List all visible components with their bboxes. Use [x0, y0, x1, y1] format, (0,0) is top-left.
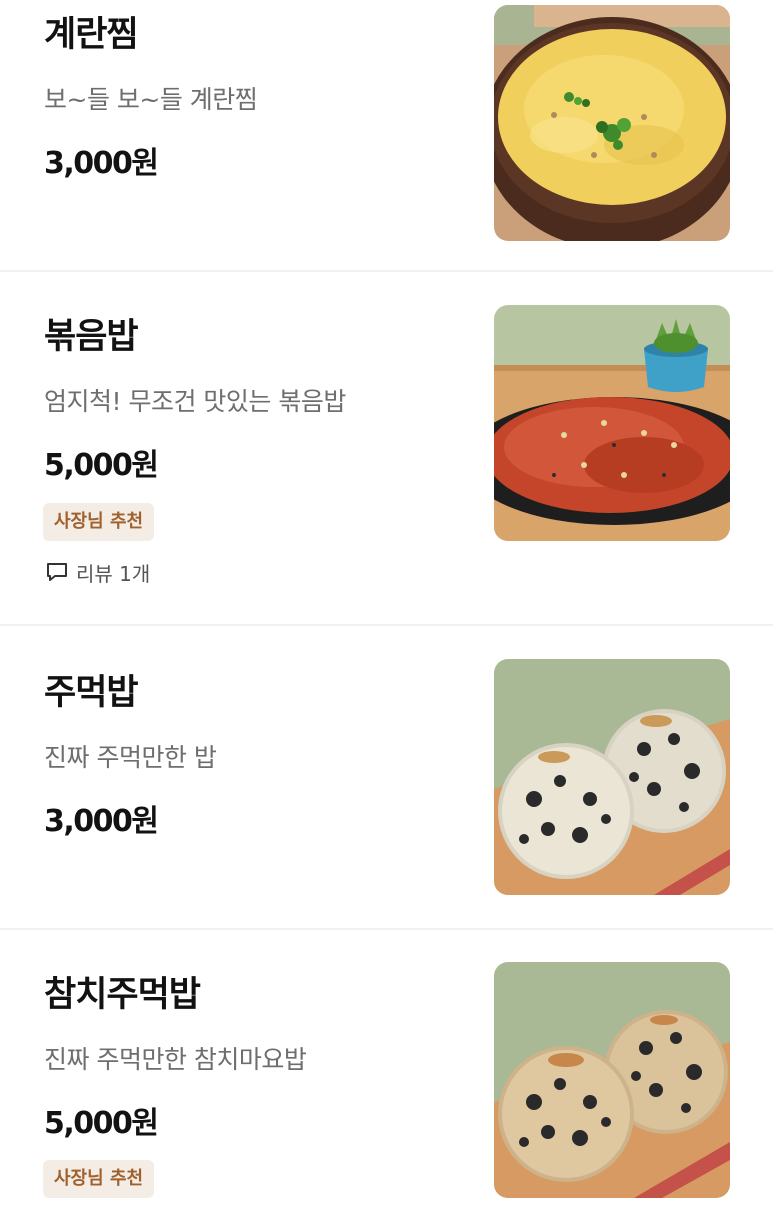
fried-rice-photo	[494, 305, 730, 541]
menu-item-price: 3,000원	[44, 146, 159, 181]
menu-item-steamed-egg[interactable]: 계란찜 보~들 보~들 계란찜 3,000원	[0, 0, 773, 272]
menu-item-name: 참치주먹밥	[44, 975, 201, 1015]
speech-bubble-icon	[46, 561, 68, 583]
menu-item-price: 3,000원	[44, 804, 159, 839]
menu-item-fried-rice[interactable]: 볶음밥 엄지척! 무조건 맛있는 볶음밥 5,000원 사장님 추천 리뷰 1개	[0, 272, 773, 626]
menu-item-price: 5,000원	[44, 448, 159, 483]
menu-item-name: 주먹밥	[44, 673, 139, 713]
menu-item-rice-ball[interactable]: 주먹밥 진짜 주먹만한 밥 3,000원	[0, 626, 773, 930]
menu-item-description: 진짜 주먹만한 참치마요밥	[44, 1045, 307, 1074]
menu-item-tuna-rice-ball[interactable]: 참치주먹밥 진짜 주먹만한 참치마요밥 5,000원 사장님 추천	[0, 930, 773, 1228]
steamed-egg-photo	[494, 5, 730, 241]
menu-item-description: 진짜 주먹만한 밥	[44, 743, 217, 772]
owner-recommend-badge: 사장님 추천	[43, 503, 155, 541]
menu-item-name: 볶음밥	[44, 317, 139, 357]
rice-ball-photo	[494, 659, 730, 895]
owner-recommend-badge: 사장님 추천	[43, 1160, 155, 1198]
tuna-rice-ball-photo	[494, 962, 730, 1198]
menu-item-description: 보~들 보~들 계란찜	[44, 85, 258, 114]
menu-item-price: 5,000원	[44, 1106, 159, 1141]
menu-item-name: 계란찜	[44, 15, 139, 55]
review-count[interactable]: 리뷰 1개	[46, 558, 150, 586]
review-count-label: 리뷰 1개	[76, 561, 151, 586]
menu-item-description: 엄지척! 무조건 맛있는 볶음밥	[44, 387, 346, 416]
